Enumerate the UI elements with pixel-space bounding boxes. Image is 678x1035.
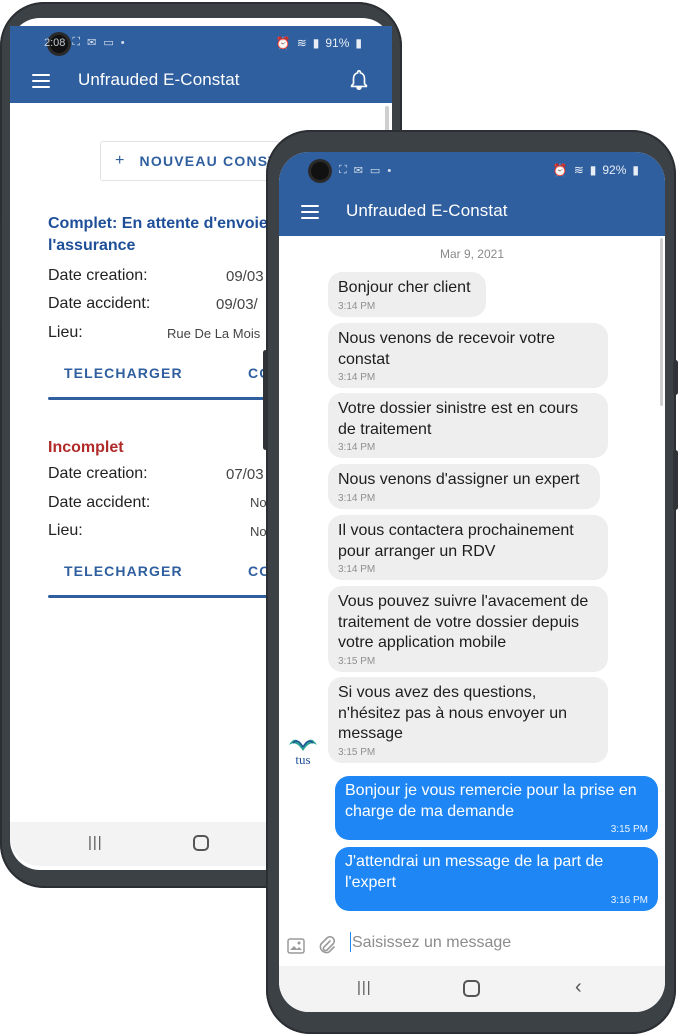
dot-icon: • — [120, 36, 125, 49]
card-2-date-creation-label: Date creation: — [48, 465, 148, 482]
new-constat-button[interactable]: + NOUVEAU CONSTAT — [100, 141, 280, 181]
right-phone-power-button — [673, 360, 678, 395]
alarm-icon: ⏰ — [275, 36, 291, 50]
card-1-telecharger-button[interactable]: TELECHARGER — [64, 365, 183, 381]
card-2-lieu-value: No — [250, 524, 267, 539]
card-2-date-accident-value: No — [250, 495, 267, 510]
right-phone-volume-button — [673, 450, 678, 510]
message-icon: ▭ — [103, 37, 114, 49]
card-1-status-line-1: Complet: En attente d'envoie — [48, 215, 268, 232]
card-1-date-accident-value: 09/03/ — [216, 296, 258, 313]
recents-icon[interactable]: ||| — [88, 834, 103, 851]
left-status-bar: 2:08 ⛶ ✉ ▭ • ⏰ ≋ ▮ 91% ▮ — [10, 26, 392, 60]
card-1-lieu-label: Lieu: — [48, 324, 83, 341]
card-2-lieu-label: Lieu: — [48, 522, 83, 539]
card-1-date-creation-value: 09/03 — [226, 268, 264, 285]
card-2-telecharger-button[interactable]: TELECHARGER — [64, 563, 183, 579]
wifi-icon: ≋ — [296, 36, 307, 50]
card-1-divider — [48, 397, 288, 400]
card-1-status: Complet: En attente d'envoie l'assurance — [48, 213, 268, 257]
card-1-date-creation-label: Date creation: — [48, 267, 148, 284]
left-battery-text: 91% — [325, 36, 350, 50]
mail-icon: ✉ — [87, 37, 97, 49]
right-phone-screen — [279, 152, 665, 1012]
battery-icon: ▮ — [355, 36, 362, 50]
new-constat-label: NOUVEAU CONSTAT — [139, 153, 279, 169]
screenshot-icon: ⛶ — [72, 36, 81, 48]
left-status-right: ⏰ ≋ ▮ 91% ▮ — [276, 36, 362, 50]
hamburger-icon[interactable] — [32, 74, 50, 88]
left-app-title: Unfrauded E-Constat — [78, 70, 240, 89]
left-phone-side-button — [0, 222, 1, 322]
signal-icon: ▮ — [312, 36, 320, 50]
card-1-status-line-2: l'assurance — [48, 237, 136, 254]
card-2-status: Incomplet — [48, 439, 124, 456]
card-2-date-creation-value: 07/03 — [226, 466, 264, 483]
card-2-date-accident-label: Date accident: — [48, 494, 151, 511]
bell-icon[interactable] — [348, 68, 370, 92]
card-1-lieu-value: Rue De La Mois — [167, 326, 261, 341]
left-status-time: 2:08 — [44, 36, 66, 49]
card-2-divider — [48, 595, 288, 598]
right-phone-side-button-left — [263, 350, 268, 450]
left-app-bar: Unfrauded E-Constat — [10, 59, 392, 103]
card-1-date-accident-label: Date accident: — [48, 295, 151, 312]
home-icon[interactable] — [193, 835, 209, 851]
right-phone — [263, 130, 678, 1034]
plus-icon: + — [115, 152, 126, 169]
left-status-icons: 2:08 ⛶ ✉ ▭ • — [44, 36, 125, 49]
